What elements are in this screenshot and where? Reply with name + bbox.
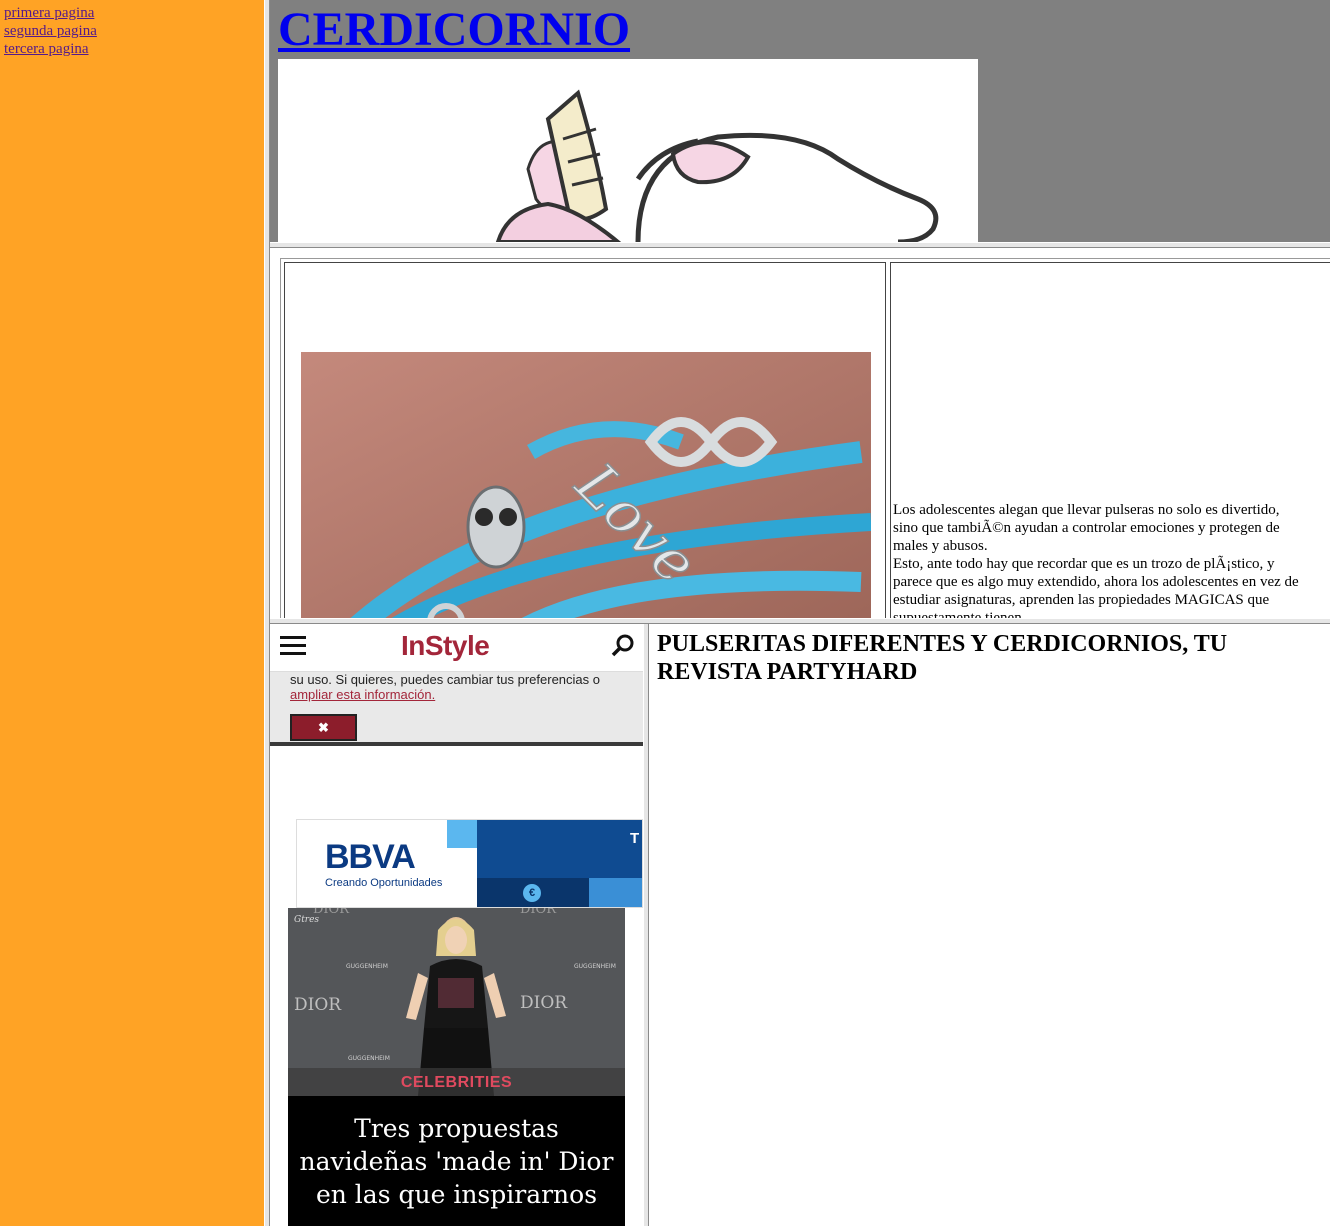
backdrop-word: GUGGENHEIM (346, 963, 388, 970)
cookie-close-button[interactable]: ✖ (290, 714, 357, 741)
header-frame: CERDICORNIO (270, 0, 1330, 242)
celebrity-article-card[interactable]: Gtres DIOR DIOR DIOR DIOR GUGGENHEIM GUG… (288, 908, 625, 1226)
backdrop-word: DIOR (313, 908, 350, 917)
nav-link-primera[interactable]: primera pagina (4, 4, 260, 22)
article-line: Esto, ante todo hay que recordar que es … (893, 556, 1275, 572)
unicorn-banner-image (278, 59, 978, 242)
instyle-frame: InStyle su uso. Si quieres, puedes cambi… (270, 624, 643, 1226)
photo-illustration: Gtres DIOR DIOR DIOR DIOR GUGGENHEIM GUG… (288, 908, 625, 1096)
cookie-text: su uso. Si quieres, puedes cambiar tus p… (290, 672, 630, 702)
article-line: supuestamente tienen. (893, 610, 1026, 618)
nav-frame: primera pagina segunda pagina tercera pa… (0, 0, 264, 1226)
bbva-ad-banner[interactable]: BBVA Creando Oportunidades T € (296, 819, 643, 908)
article-body: Los adolescentes alegan que llevar pulse… (893, 501, 1329, 618)
ad-partial-text: T (630, 830, 640, 847)
article-line: parece que es algo muy extendido, ahora … (893, 574, 1299, 590)
table-cell-text: Los adolescentes alegan que llevar pulse… (890, 262, 1330, 618)
page-headline: PULSERITAS DIFERENTES Y CERDICORNIOS, TU… (657, 631, 1228, 685)
content-table: Love Los adolescentes alegan que llevar … (280, 258, 1330, 618)
card-category-label[interactable]: CELEBRITIES (288, 1074, 625, 1092)
ad-decoration (589, 878, 642, 907)
article-line: sino que tambiÃ©n ayudan a controlar emo… (893, 520, 1280, 536)
close-icon: ✖ (318, 720, 329, 735)
bracelet-illustration: Love (301, 352, 871, 618)
cookie-notice: su uso. Si quieres, puedes cambiar tus p… (270, 672, 643, 746)
nav-link-segunda[interactable]: segunda pagina (4, 22, 260, 40)
card-title[interactable]: Tres propuestas navideñas 'made in' Dior… (298, 1112, 615, 1211)
backdrop-word: GUGGENHEIM (348, 1055, 390, 1062)
bracelet-photo: Love (301, 352, 871, 618)
cookie-message: su uso. Si quieres, puedes cambiar tus p… (290, 672, 601, 687)
ad-decoration (447, 820, 477, 848)
backdrop-word: DIOR (520, 993, 568, 1013)
backdrop-word: DIOR (520, 908, 557, 917)
bbva-tagline: Creando Oportunidades (325, 877, 443, 889)
article-line: males y abusos. (893, 538, 988, 554)
article-line: estudiar asignaturas, aprenden las propi… (893, 592, 1270, 608)
unicorn-illustration (495, 89, 939, 242)
backdrop-word: DIOR (294, 995, 342, 1015)
cookie-more-info-link[interactable]: ampliar esta información. (290, 687, 435, 702)
hamburger-menu-icon[interactable] (280, 636, 306, 658)
euro-coin-icon: € (523, 884, 541, 902)
bbva-logo: BBVA (325, 838, 416, 876)
site-title-link[interactable]: CERDICORNIO (278, 2, 630, 58)
headline-frame: PULSERITAS DIFERENTES Y CERDICORNIOS, TU… (649, 624, 1330, 1226)
search-icon[interactable] (611, 633, 635, 657)
article-line: Los adolescentes alegan que llevar pulse… (893, 502, 1280, 518)
instyle-logo[interactable]: InStyle (401, 630, 490, 662)
nav-link-tercera[interactable]: tercera pagina (4, 40, 260, 58)
dior-event-photo: Gtres DIOR DIOR DIOR DIOR GUGGENHEIM GUG… (288, 908, 625, 1096)
content-frame: Love Los adolescentes alegan que llevar … (270, 248, 1330, 618)
instyle-topbar: InStyle (270, 624, 643, 672)
table-cell-image: Love (284, 262, 886, 618)
backdrop-word: GUGGENHEIM (574, 963, 616, 970)
